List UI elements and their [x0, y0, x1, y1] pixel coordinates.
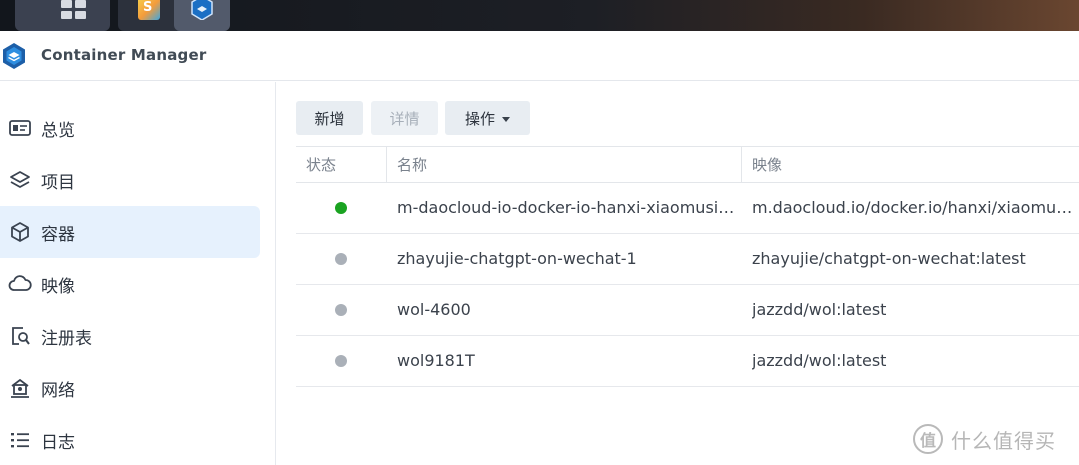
network-icon [8, 376, 32, 400]
column-header-name[interactable]: 名称 [386, 147, 741, 183]
layers-icon [8, 168, 32, 192]
table-row[interactable]: wol-4600 jazzdd/wol:latest [296, 285, 1079, 336]
column-header-image[interactable]: 映像 [741, 147, 1079, 183]
details-button-label: 详情 [389, 109, 420, 128]
container-image: zhayujie/chatgpt-on-wechat:latest [752, 249, 1026, 268]
container-name: wol-4600 [397, 300, 471, 319]
sidebar-item-label: 项目 [41, 172, 75, 193]
main-menu-button[interactable] [15, 0, 110, 31]
overview-icon [8, 116, 32, 140]
sidebar: 总览 项目 容器 映像 注册表 网络 日志 [0, 82, 276, 465]
status-stopped-indicator [335, 355, 347, 367]
add-button[interactable]: 新增 [296, 101, 363, 135]
cube-icon [8, 220, 32, 244]
sidebar-item-label: 注册表 [41, 328, 92, 349]
container-image: m.daocloud.io/docker.io/hanxi/xiaomusic:… [752, 198, 1079, 217]
container-name: zhayujie-chatgpt-on-wechat-1 [397, 249, 637, 268]
sidebar-item-label: 日志 [41, 432, 75, 453]
details-button[interactable]: 详情 [371, 101, 438, 135]
column-header-status[interactable]: 状态 [296, 147, 387, 183]
log-list-icon [8, 428, 32, 452]
container-image: jazzdd/wol:latest [752, 300, 887, 319]
app-title: Container Manager [41, 46, 207, 64]
sidebar-item-images[interactable]: 映像 [0, 258, 260, 310]
status-running-indicator [335, 202, 347, 214]
container-name: wol9181T [397, 351, 475, 370]
table-header: 状态 名称 映像 [296, 146, 1079, 183]
sidebar-item-logs[interactable]: 日志 [0, 414, 260, 465]
sidebar-item-label: 总览 [41, 120, 75, 141]
sidebar-item-label: 网络 [41, 380, 75, 401]
watermark: 值 什么值得买 [913, 422, 1056, 456]
container-manager-logo-icon [3, 43, 25, 69]
sidebar-item-label: 容器 [41, 224, 75, 245]
actions-dropdown-button[interactable]: 操作 [445, 101, 530, 135]
registry-search-icon [8, 324, 32, 348]
sidebar-item-registry[interactable]: 注册表 [0, 310, 260, 362]
table-row[interactable]: m-daocloud-io-docker-io-hanxi-xiaomusic-… [296, 183, 1079, 234]
add-button-label: 新增 [314, 109, 345, 128]
spreadsheet-app-icon[interactable] [138, 0, 160, 20]
actions-button-label: 操作 [464, 109, 495, 128]
container-name: m-daocloud-io-docker-io-hanxi-xiaomusic-… [397, 198, 735, 217]
sidebar-item-projects[interactable]: 项目 [0, 154, 260, 206]
sidebar-item-label: 映像 [41, 276, 75, 297]
os-taskbar [0, 0, 1079, 31]
chevron-down-icon [502, 116, 510, 122]
taskbar-apps [118, 0, 230, 31]
status-stopped-indicator [335, 304, 347, 316]
sidebar-item-overview[interactable]: 总览 [0, 102, 260, 154]
watermark-text: 什么值得买 [951, 428, 1056, 453]
sidebar-item-containers[interactable]: 容器 [0, 206, 260, 258]
sidebar-item-network[interactable]: 网络 [0, 362, 260, 414]
containers-table: 状态 名称 映像 m-daocloud-io-docker-io-hanxi-x… [296, 146, 1079, 387]
cloud-icon [8, 272, 32, 296]
status-stopped-indicator [335, 253, 347, 265]
container-manager-app-icon[interactable] [190, 0, 214, 20]
watermark-badge: 值 [913, 424, 943, 454]
table-row[interactable]: zhayujie-chatgpt-on-wechat-1 zhayujie/ch… [296, 234, 1079, 285]
grid-menu-icon [61, 0, 89, 20]
container-image: jazzdd/wol:latest [752, 351, 887, 370]
table-row[interactable]: wol9181T jazzdd/wol:latest [296, 336, 1079, 387]
app-header: Container Manager [0, 31, 1079, 81]
